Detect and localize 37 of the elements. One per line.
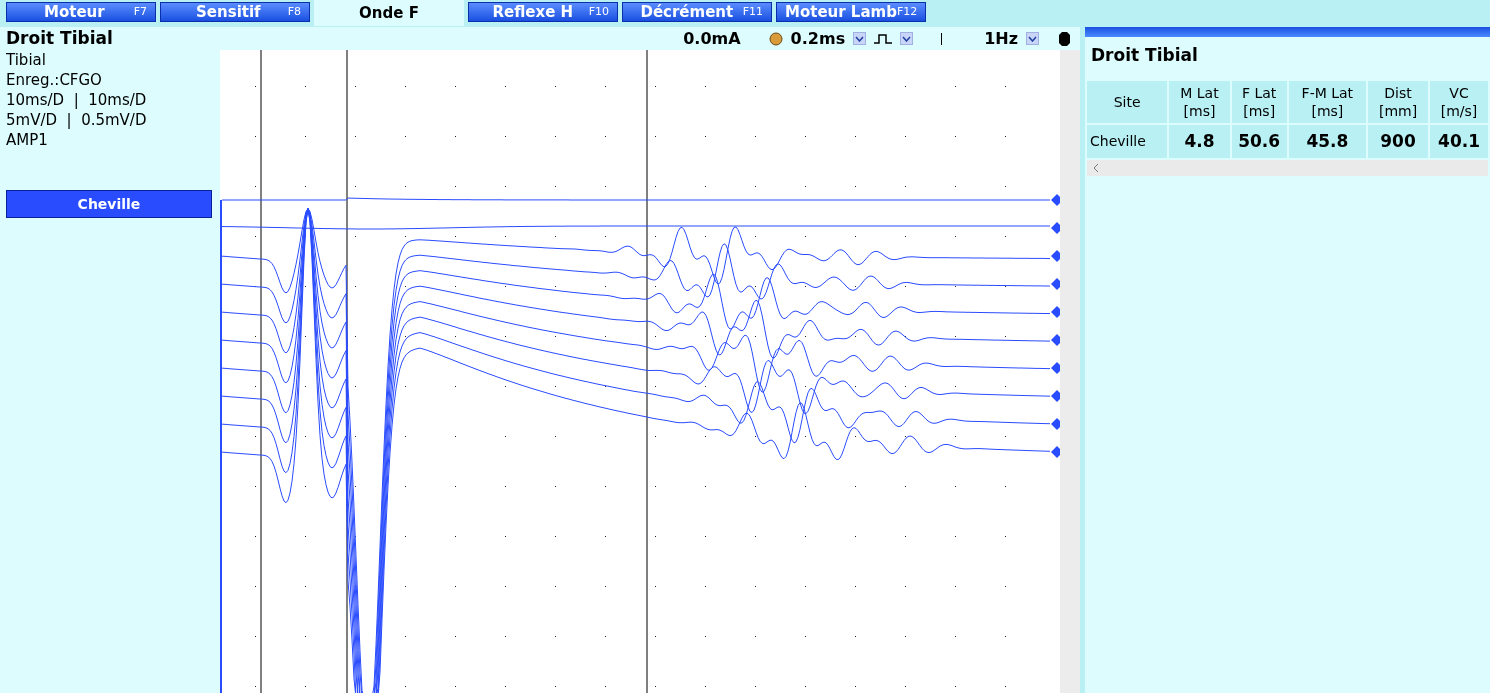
stop-octagon-icon bbox=[1059, 31, 1070, 46]
recording-info: 5mV/D | 0.5mV/D bbox=[6, 110, 148, 130]
tab[interactable]: Onde F bbox=[314, 0, 464, 26]
table-cell: 50.6 bbox=[1231, 124, 1287, 158]
column-header: Site bbox=[1087, 80, 1168, 123]
duration-reading: 0.2ms bbox=[790, 27, 846, 50]
recording-info: Enreg.:CFGO bbox=[6, 70, 103, 90]
recording-info: 10ms/D | 10ms/D bbox=[6, 90, 148, 110]
tab[interactable]: Sensitif F8 bbox=[160, 2, 310, 22]
scroll-left-icon bbox=[1093, 164, 1099, 172]
column-header: M Lat [ms] bbox=[1169, 80, 1230, 123]
pulse-shape-icon bbox=[874, 33, 893, 44]
column-header: VC [m/s] bbox=[1430, 80, 1488, 123]
stimulator-knob-icon bbox=[768, 31, 783, 46]
tab[interactable]: Moteur F7 bbox=[6, 2, 156, 22]
tab[interactable]: Moteur LambF12 bbox=[776, 2, 926, 22]
dropdown-caret-icon[interactable] bbox=[1026, 32, 1039, 45]
table-cell: 40.1 bbox=[1430, 124, 1488, 158]
column-header: Dist [mm] bbox=[1368, 80, 1429, 123]
recording-info: Tibial bbox=[6, 50, 47, 70]
intensity-reading: 0.0mA bbox=[683, 27, 741, 50]
results-title: Droit Tibial bbox=[1090, 44, 1199, 67]
site-button[interactable]: Cheville bbox=[6, 190, 212, 218]
divider-mark bbox=[941, 32, 943, 45]
table-cell: Cheville bbox=[1087, 124, 1168, 158]
tab[interactable]: Décrément F11 bbox=[622, 2, 772, 22]
frequency-reading: 1Hz bbox=[984, 27, 1018, 50]
dropdown-caret-icon[interactable] bbox=[853, 32, 867, 45]
table-cell: 900 bbox=[1368, 124, 1429, 158]
dropdown-caret-icon[interactable] bbox=[900, 32, 914, 45]
tab[interactable]: Reflexe H F10 bbox=[468, 2, 618, 22]
column-header: F-M Lat [ms] bbox=[1288, 80, 1366, 123]
table-cell: 4.8 bbox=[1169, 124, 1230, 158]
muscle-title: Droit Tibial bbox=[5, 26, 114, 50]
recording-info: AMP1 bbox=[6, 130, 49, 150]
column-header: F Lat [ms] bbox=[1231, 80, 1287, 123]
table-cell: 45.8 bbox=[1288, 124, 1366, 158]
